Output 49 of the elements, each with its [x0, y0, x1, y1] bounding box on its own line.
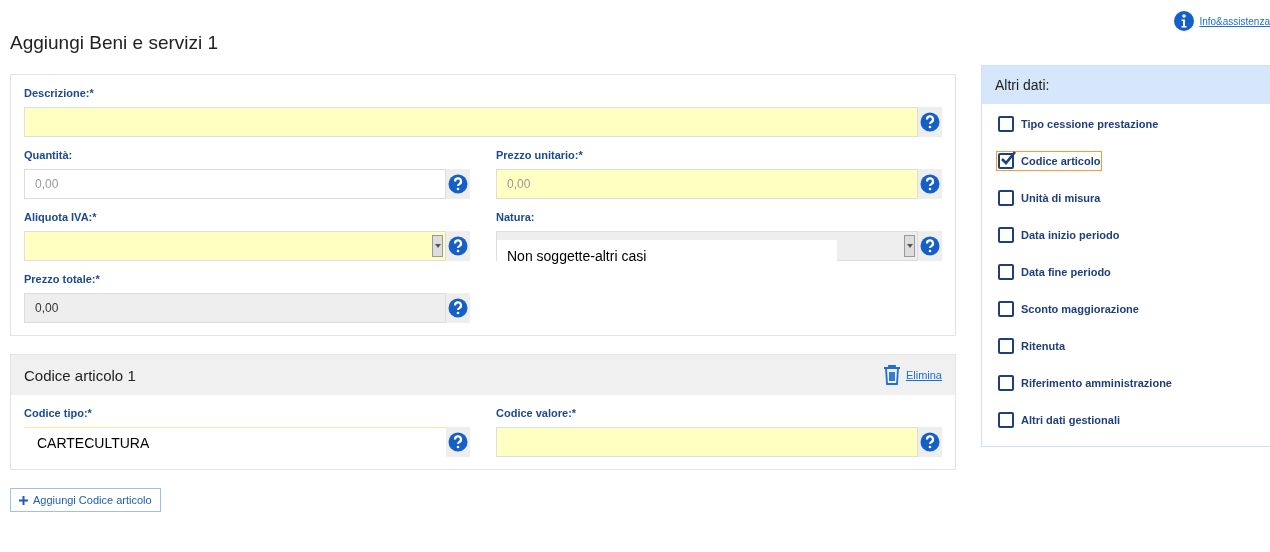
- info-icon: [1174, 11, 1195, 31]
- checkbox-option[interactable]: Data fine periodo: [996, 262, 1113, 282]
- help-icon[interactable]: [446, 231, 470, 261]
- checkbox[interactable]: [998, 227, 1014, 243]
- field-label: Natura:: [496, 211, 536, 225]
- checkbox[interactable]: [998, 153, 1014, 169]
- delete-link[interactable]: Elimina: [881, 364, 942, 386]
- checkbox[interactable]: [998, 190, 1014, 206]
- caret-icon: [904, 235, 915, 257]
- checkbox[interactable]: [998, 264, 1014, 280]
- checkbox-option[interactable]: Tipo cessione prestazione: [996, 114, 1161, 134]
- checkbox-option[interactable]: Ritenuta: [996, 336, 1067, 356]
- input-field[interactable]: 0,00: [24, 169, 446, 199]
- help-icon[interactable]: [918, 427, 942, 457]
- add-button[interactable]: Aggiungi Codice articolo: [10, 488, 161, 512]
- input-field[interactable]: 0,00: [496, 169, 918, 199]
- panel-title: Altri dati:: [995, 77, 1050, 93]
- checkbox-option[interactable]: Altri dati gestionali: [996, 410, 1122, 430]
- checkbox[interactable]: [998, 412, 1014, 428]
- section-title: Codice articolo 1: [24, 366, 136, 384]
- help-icon[interactable]: [446, 169, 470, 199]
- help-icon[interactable]: [446, 293, 470, 323]
- checkbox[interactable]: [998, 338, 1014, 354]
- help-icon[interactable]: [446, 427, 470, 457]
- field-label: Codice tipo:*: [24, 407, 93, 421]
- help-link[interactable]: Info&assistenza: [981, 11, 1270, 31]
- field-label: Codice valore:*: [496, 407, 578, 421]
- field-label: Aliquota IVA:*: [24, 211, 98, 225]
- caret-icon: [432, 235, 443, 257]
- page-title: Aggiungi Beni e servizi 1: [10, 32, 220, 54]
- checkbox[interactable]: [998, 301, 1014, 317]
- field-label: Prezzo unitario:*: [496, 149, 584, 163]
- help-icon[interactable]: [918, 169, 942, 199]
- field-label: Prezzo totale:*: [24, 273, 101, 287]
- checkbox-option[interactable]: Unità di misura: [996, 188, 1103, 208]
- checkbox-option[interactable]: Riferimento amministrazione: [996, 373, 1174, 393]
- checkbox-option[interactable]: Sconto maggiorazione: [996, 299, 1141, 319]
- trash-icon: [881, 364, 902, 386]
- checkbox-option[interactable]: Data inizio periodo: [996, 225, 1122, 245]
- input-field[interactable]: [496, 427, 918, 457]
- field-label: Descrizione:*: [24, 87, 95, 101]
- input-field[interactable]: [24, 107, 918, 137]
- plus-icon: [19, 495, 28, 505]
- checkbox[interactable]: [998, 116, 1014, 132]
- checkbox-option[interactable]: Codice articolo: [996, 151, 1103, 171]
- field-label: Quantità:: [24, 149, 74, 163]
- help-icon[interactable]: [918, 107, 942, 137]
- help-icon[interactable]: [918, 231, 942, 261]
- checkbox[interactable]: [998, 375, 1014, 391]
